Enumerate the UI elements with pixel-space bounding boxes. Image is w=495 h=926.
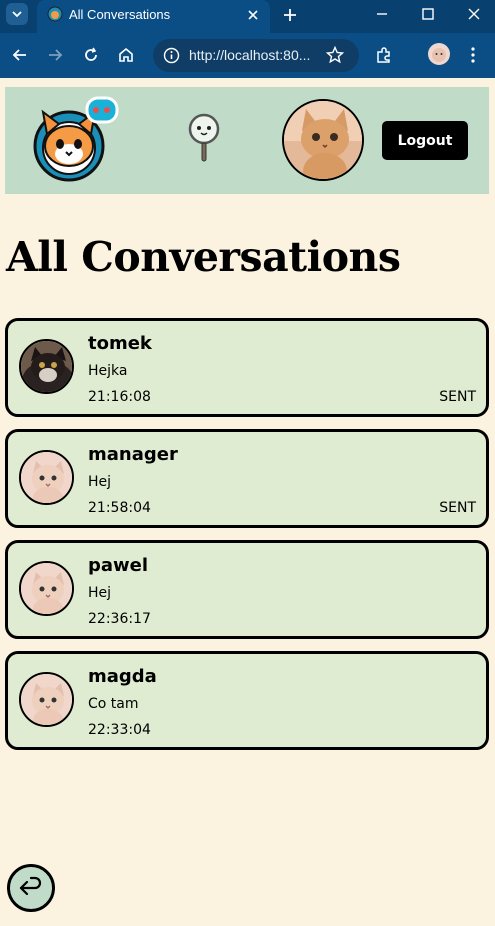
- profile-icon[interactable]: [428, 43, 450, 65]
- star-icon[interactable]: [325, 45, 345, 65]
- favicon-icon: [47, 6, 63, 22]
- conversation-time: 22:33:04: [88, 722, 151, 738]
- conversation-list: tomek Hejka 21:16:08 SENT manager Hej 21…: [5, 318, 489, 762]
- conversation-name: manager: [88, 444, 178, 465]
- conversation-time: 21:58:04: [88, 500, 151, 516]
- back-icon[interactable]: [10, 45, 30, 65]
- conversation-status: SENT: [439, 389, 476, 405]
- site-info-icon[interactable]: [163, 47, 180, 64]
- conversation-time: 22:36:17: [88, 611, 151, 627]
- logo-icon[interactable]: [29, 94, 121, 186]
- app-header: Logout: [5, 87, 489, 194]
- window-close-icon[interactable]: [464, 4, 484, 24]
- conversation-message: Hejka: [88, 363, 128, 379]
- conversation-message: Hej: [88, 474, 112, 490]
- conversation-avatar: [19, 672, 74, 727]
- conversation-avatar: [19, 339, 74, 394]
- return-icon: [19, 876, 42, 896]
- tab-title: All Conversations: [69, 7, 171, 22]
- user-avatar[interactable]: [282, 99, 364, 181]
- tab-search-icon[interactable]: [6, 3, 28, 25]
- conversation-name: tomek: [88, 333, 152, 354]
- conversation-name: magda: [88, 666, 157, 687]
- conversation-message: Hej: [88, 585, 112, 601]
- new-tab-icon[interactable]: [280, 5, 300, 25]
- conversation-time: 21:16:08: [88, 389, 151, 405]
- minimize-icon[interactable]: [372, 4, 392, 24]
- close-icon[interactable]: [244, 6, 262, 24]
- logout-button[interactable]: Logout: [382, 121, 468, 160]
- home-icon[interactable]: [116, 45, 136, 65]
- conversation-name: pawel: [88, 555, 149, 576]
- conversation-item[interactable]: pawel Hej 22:36:17: [5, 540, 489, 639]
- conversation-item[interactable]: manager Hej 21:58:04 SENT: [5, 429, 489, 528]
- browser-toolbar: http://localhost:80...: [0, 33, 495, 78]
- conversation-message: Co tam: [88, 696, 139, 712]
- conversation-avatar: [19, 450, 74, 505]
- search-icon[interactable]: [185, 113, 225, 163]
- url-text: http://localhost:80...: [189, 47, 311, 63]
- conversation-item[interactable]: magda Co tam 22:33:04: [5, 651, 489, 750]
- conversation-item[interactable]: tomek Hejka 21:16:08 SENT: [5, 318, 489, 417]
- browser-tab-bar: All Conversations: [0, 0, 495, 33]
- extensions-icon[interactable]: [374, 45, 394, 65]
- maximize-icon[interactable]: [418, 4, 438, 24]
- menu-icon[interactable]: [463, 45, 483, 65]
- reload-icon[interactable]: [81, 45, 101, 65]
- browser-tab[interactable]: All Conversations: [37, 0, 270, 33]
- return-button[interactable]: [7, 864, 55, 912]
- forward-icon[interactable]: [45, 45, 65, 65]
- page-title: All Conversations: [6, 233, 401, 281]
- conversation-status: SENT: [439, 500, 476, 516]
- conversation-avatar: [19, 561, 74, 616]
